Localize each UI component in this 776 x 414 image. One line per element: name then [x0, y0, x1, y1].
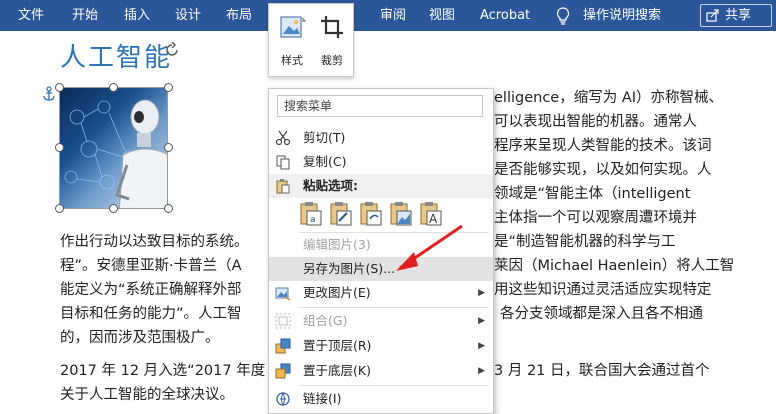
body-line: 关于人工智能的全球决议。: [60, 387, 234, 403]
svg-text:a: a: [310, 215, 316, 225]
tab-insert[interactable]: 插入: [124, 0, 150, 31]
paste-merge-format-icon[interactable]: [329, 201, 353, 227]
lightbulb-icon: [556, 7, 570, 25]
resize-handle-top-left[interactable]: [55, 83, 64, 92]
paste-picture-icon[interactable]: [389, 201, 413, 227]
body-line: 作出行动以达致目标的系统。: [60, 234, 249, 250]
menu-item-label: 另存为图片(S)...: [303, 261, 396, 276]
paste-text-only-icon[interactable]: A: [419, 201, 443, 227]
menu-item-label: 置于底层(K): [303, 363, 371, 378]
body-line: 是“制造智能机器的科学与工: [494, 234, 676, 250]
menu-search-input[interactable]: 搜索菜单: [277, 95, 483, 117]
bring-to-front-icon: [275, 338, 291, 354]
resize-handle-top[interactable]: [109, 83, 118, 92]
share-icon: [706, 9, 719, 22]
body-line: 程序来呈现人类智能的技术。该词: [494, 138, 712, 154]
menu-separator: [299, 385, 489, 386]
style-label: 样式: [281, 54, 303, 67]
resize-handle-bottom-left[interactable]: [55, 204, 64, 213]
body-line: 2017 年 12 月入选“2017 年度: [60, 363, 266, 379]
tab-file[interactable]: 文件: [18, 0, 44, 31]
submenu-arrow-icon: ▶: [478, 341, 485, 351]
tab-view[interactable]: 视图: [429, 0, 455, 31]
mini-toolbar: 样式 裁剪: [268, 3, 354, 77]
body-line: 的，因而涉及范围极广。: [60, 330, 220, 346]
menu-item-label: 更改图片(E): [303, 285, 371, 300]
menu-item-label: 链接(I): [303, 391, 342, 406]
paste-link-icon[interactable]: [359, 201, 383, 227]
resize-handle-top-right[interactable]: [164, 83, 173, 92]
paste-options-header: 粘贴选项:: [269, 174, 493, 198]
ribbon-tab-bar: 文件 开始 插入 设计 布局 审阅 视图 Acrobat 操作说明搜索 共享: [0, 0, 776, 31]
menu-item-label: 复制(C): [303, 154, 347, 169]
tab-layout[interactable]: 布局: [226, 0, 252, 31]
menu-item-label: 剪切(T): [303, 130, 346, 145]
menu-item-cut[interactable]: 剪切(T): [269, 126, 493, 150]
menu-item-copy[interactable]: 复制(C): [269, 150, 493, 174]
body-line: 3 月 21 日，联合国大会通过首个: [494, 363, 710, 379]
menu-item-send-to-back[interactable]: 置于底层(K) ▶: [269, 359, 493, 383]
tell-me-search[interactable]: 操作说明搜索: [583, 0, 661, 31]
picture-style-icon: [280, 16, 307, 38]
body-line: 领域是“智能主体（intelligent: [494, 186, 691, 202]
group-icon: [275, 313, 291, 329]
style-button[interactable]: 样式: [273, 10, 311, 70]
body-line: 可以表现出智能的机器。通常人: [494, 114, 697, 130]
body-line: 能定义为“系统正确解释外部: [60, 282, 242, 298]
resize-handle-bottom[interactable]: [109, 204, 118, 213]
menu-item-bring-to-front[interactable]: 置于顶层(R) ▶: [269, 334, 493, 358]
context-menu: 搜索菜单 剪切(T) 复制(C) 粘贴选项: a A 编辑图片(3) 另存为图片…: [268, 88, 494, 414]
menu-item-label: 编辑图片(3): [303, 237, 371, 252]
tab-acrobat[interactable]: Acrobat: [480, 0, 530, 31]
anchor-icon: [43, 86, 55, 101]
scissors-icon: [275, 130, 291, 146]
body-line: 目标和任务的能力”。人工智: [60, 306, 242, 322]
share-button[interactable]: 共享: [700, 4, 772, 27]
resize-handle-right[interactable]: [164, 143, 173, 152]
submenu-arrow-icon: ▶: [478, 316, 485, 326]
copy-icon: [276, 155, 290, 170]
paste-keep-source-icon[interactable]: a: [299, 201, 323, 227]
picture-selection-frame: [59, 87, 168, 209]
resize-handle-left[interactable]: [55, 143, 64, 152]
submenu-arrow-icon: ▶: [478, 288, 485, 298]
document-heading[interactable]: 人工智能: [60, 37, 172, 74]
tab-design[interactable]: 设计: [175, 0, 201, 31]
tab-home[interactable]: 开始: [72, 0, 98, 31]
resize-handle-bottom-right[interactable]: [164, 204, 173, 213]
tab-review[interactable]: 审阅: [380, 0, 406, 31]
change-picture-icon: [275, 287, 291, 301]
menu-separator: [299, 307, 489, 308]
crop-button[interactable]: 裁剪: [313, 10, 351, 70]
crop-icon: [321, 16, 343, 38]
body-line: 程”。安德里亚斯·卡普兰（A: [60, 258, 242, 274]
menu-item-label: 组合(G): [303, 313, 348, 328]
crop-label: 裁剪: [321, 54, 343, 67]
paste-options-label: 粘贴选项:: [303, 178, 358, 193]
link-icon: [276, 392, 290, 406]
clipboard-icon: [276, 179, 290, 194]
svg-text:A: A: [429, 212, 438, 226]
body-line: 各分支领域都是深入且各不相通: [500, 306, 703, 322]
body-line: elligence，缩写为 AI）亦称智械、: [494, 90, 724, 106]
menu-item-change-picture[interactable]: 更改图片(E) ▶: [269, 281, 493, 305]
rotate-handle-icon[interactable]: [164, 42, 180, 58]
body-line: 主体指一个可以观察周遭环境并: [494, 210, 697, 226]
menu-item-save-as-picture[interactable]: 另存为图片(S)...: [269, 257, 493, 281]
menu-item-link[interactable]: 链接(I): [269, 387, 493, 411]
submenu-arrow-icon: ▶: [478, 366, 485, 376]
menu-item-edit-picture[interactable]: 编辑图片(3): [269, 233, 493, 257]
share-label: 共享: [725, 8, 752, 23]
body-line: 是否能够实现，以及如何实现。人: [494, 162, 712, 178]
body-line: 用这些知识通过灵活适应实现特定: [494, 282, 712, 298]
body-line: 莱因（Michael Haenlein）将人工智: [494, 258, 735, 274]
menu-item-group[interactable]: 组合(G) ▶: [269, 309, 493, 333]
menu-item-label: 置于顶层(R): [303, 338, 372, 353]
send-to-back-icon: [275, 363, 291, 379]
